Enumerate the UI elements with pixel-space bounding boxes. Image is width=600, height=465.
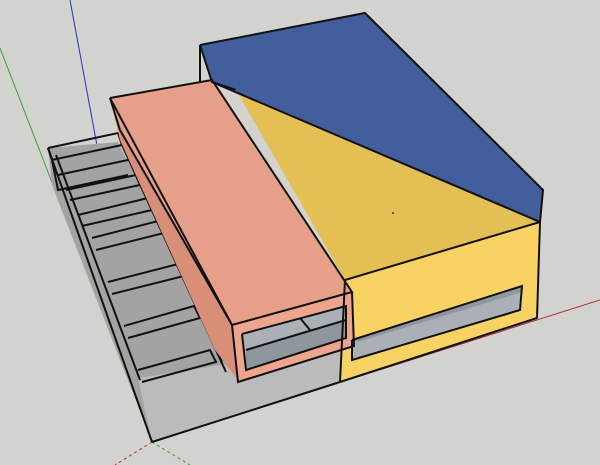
axis-green-dashed-icon (151, 441, 191, 465)
3d-model-viewport[interactable] (0, 0, 600, 465)
model-canvas[interactable] (0, 0, 600, 465)
axis-green-icon (0, 47, 54, 186)
center-point-marker (392, 212, 394, 214)
axis-red-dashed-icon (114, 441, 153, 465)
